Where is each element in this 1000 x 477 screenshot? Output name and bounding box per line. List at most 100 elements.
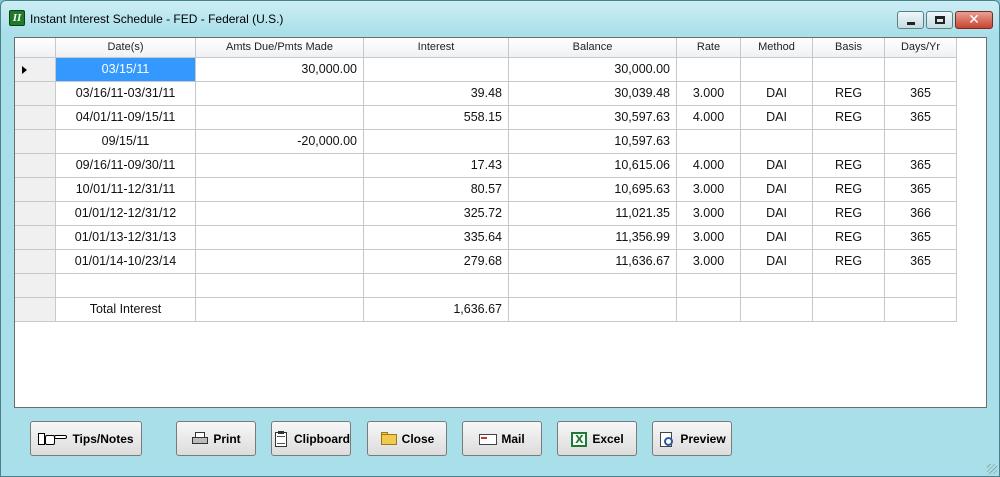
- column-header-days-per-year[interactable]: Days/Yr: [885, 38, 957, 58]
- cell-interest[interactable]: 279.68: [364, 250, 509, 274]
- cell-amount[interactable]: [196, 250, 364, 274]
- tips-notes-button[interactable]: Tips/Notes: [30, 421, 142, 456]
- cell-dates[interactable]: 09/16/11-09/30/11: [56, 154, 196, 178]
- cell-method[interactable]: DAI: [741, 202, 813, 226]
- table-row[interactable]: 03/16/11-03/31/11 39.48 30,039.48 3.000 DAI R…: [15, 82, 957, 106]
- cell-days-per-year[interactable]: 366: [885, 202, 957, 226]
- cell-amount[interactable]: [196, 298, 364, 322]
- table-row[interactable]: [15, 274, 957, 298]
- cell-rate[interactable]: [677, 130, 741, 154]
- cell-interest[interactable]: 558.15: [364, 106, 509, 130]
- cell-interest[interactable]: 335.64: [364, 226, 509, 250]
- cell-dates[interactable]: 03/16/11-03/31/11: [56, 82, 196, 106]
- clipboard-button[interactable]: Clipboard: [271, 421, 351, 456]
- row-selector[interactable]: [15, 178, 56, 202]
- cell-days-per-year[interactable]: [885, 130, 957, 154]
- column-header-interest[interactable]: Interest: [364, 38, 509, 58]
- cell-interest[interactable]: 17.43: [364, 154, 509, 178]
- row-selector[interactable]: [15, 298, 56, 322]
- cell-balance[interactable]: 30,597.63: [509, 106, 677, 130]
- schedule-grid[interactable]: Date(s) Amts Due/Pmts Made Interest Bala…: [14, 37, 987, 408]
- preview-button[interactable]: Preview: [652, 421, 732, 456]
- cell-rate[interactable]: 3.000: [677, 202, 741, 226]
- cell-amount[interactable]: [196, 274, 364, 298]
- cell-method[interactable]: [741, 298, 813, 322]
- cell-basis[interactable]: [813, 274, 885, 298]
- cell-rate[interactable]: 3.000: [677, 226, 741, 250]
- cell-rate[interactable]: [677, 274, 741, 298]
- cell-days-per-year[interactable]: 365: [885, 82, 957, 106]
- cell-amount[interactable]: [196, 82, 364, 106]
- cell-rate[interactable]: 3.000: [677, 178, 741, 202]
- cell-balance[interactable]: 30,000.00: [509, 58, 677, 82]
- cell-rate[interactable]: [677, 58, 741, 82]
- cell-basis[interactable]: REG: [813, 178, 885, 202]
- row-selector[interactable]: [15, 154, 56, 178]
- cell-interest[interactable]: 325.72: [364, 202, 509, 226]
- cell-amount[interactable]: [196, 106, 364, 130]
- cell-days-per-year[interactable]: 365: [885, 178, 957, 202]
- row-selector[interactable]: [15, 58, 56, 82]
- cell-method[interactable]: [741, 58, 813, 82]
- cell-dates[interactable]: 03/15/11: [56, 58, 196, 82]
- cell-days-per-year[interactable]: 365: [885, 226, 957, 250]
- cell-dates[interactable]: [56, 274, 196, 298]
- cell-balance[interactable]: 11,356.99: [509, 226, 677, 250]
- table-row[interactable]: 01/01/12-12/31/12 325.72 11,021.35 3.000 DAI…: [15, 202, 957, 226]
- cell-method[interactable]: [741, 130, 813, 154]
- mail-button[interactable]: Mail: [462, 421, 542, 456]
- table-row[interactable]: 10/01/11-12/31/11 80.57 10,695.63 3.000 DAI R…: [15, 178, 957, 202]
- cell-basis[interactable]: REG: [813, 226, 885, 250]
- cell-amount[interactable]: [196, 202, 364, 226]
- cell-method[interactable]: [741, 274, 813, 298]
- print-button[interactable]: Print: [176, 421, 256, 456]
- cell-basis[interactable]: REG: [813, 154, 885, 178]
- cell-interest[interactable]: [364, 130, 509, 154]
- cell-interest[interactable]: 39.48: [364, 82, 509, 106]
- maximize-button[interactable]: [926, 11, 953, 29]
- cell-days-per-year[interactable]: [885, 274, 957, 298]
- table-row[interactable]: 03/15/11 30,000.00 30,000.00: [15, 58, 957, 82]
- cell-basis[interactable]: REG: [813, 82, 885, 106]
- cell-days-per-year[interactable]: [885, 298, 957, 322]
- cell-balance[interactable]: [509, 274, 677, 298]
- cell-method[interactable]: DAI: [741, 154, 813, 178]
- row-selector[interactable]: [15, 82, 56, 106]
- cell-interest[interactable]: 1,636.67: [364, 298, 509, 322]
- resize-grip[interactable]: [987, 464, 997, 474]
- cell-days-per-year[interactable]: 365: [885, 106, 957, 130]
- cell-balance[interactable]: 11,636.67: [509, 250, 677, 274]
- cell-amount[interactable]: -20,000.00: [196, 130, 364, 154]
- cell-dates[interactable]: 01/01/12-12/31/12: [56, 202, 196, 226]
- cell-balance[interactable]: 30,039.48: [509, 82, 677, 106]
- column-header-balance[interactable]: Balance: [509, 38, 677, 58]
- cell-amount[interactable]: 30,000.00: [196, 58, 364, 82]
- cell-amount[interactable]: [196, 226, 364, 250]
- row-selector[interactable]: [15, 226, 56, 250]
- cell-method[interactable]: DAI: [741, 250, 813, 274]
- cell-method[interactable]: DAI: [741, 82, 813, 106]
- table-row[interactable]: Total Interest 1,636.67: [15, 298, 957, 322]
- cell-days-per-year[interactable]: 365: [885, 250, 957, 274]
- cell-basis[interactable]: [813, 130, 885, 154]
- cell-rate[interactable]: 3.000: [677, 82, 741, 106]
- cell-basis[interactable]: REG: [813, 106, 885, 130]
- column-header-method[interactable]: Method: [741, 38, 813, 58]
- column-header-rate[interactable]: Rate: [677, 38, 741, 58]
- cell-rate[interactable]: 4.000: [677, 106, 741, 130]
- cell-balance[interactable]: 11,021.35: [509, 202, 677, 226]
- close-window-button[interactable]: ✕: [955, 11, 993, 29]
- cell-interest[interactable]: 80.57: [364, 178, 509, 202]
- table-row[interactable]: 09/15/11 -20,000.00 10,597.63: [15, 130, 957, 154]
- row-selector[interactable]: [15, 250, 56, 274]
- cell-dates[interactable]: 10/01/11-12/31/11: [56, 178, 196, 202]
- title-bar[interactable]: II Instant Interest Schedule - FED - Fed…: [1, 1, 999, 35]
- table-row[interactable]: 09/16/11-09/30/11 17.43 10,615.06 4.000 DAI R…: [15, 154, 957, 178]
- cell-balance[interactable]: 10,695.63: [509, 178, 677, 202]
- table-row[interactable]: 04/01/11-09/15/11 558.15 30,597.63 4.000 DAI…: [15, 106, 957, 130]
- row-selector[interactable]: [15, 130, 56, 154]
- cell-amount[interactable]: [196, 154, 364, 178]
- cell-method[interactable]: DAI: [741, 178, 813, 202]
- row-selector[interactable]: [15, 106, 56, 130]
- cell-days-per-year[interactable]: [885, 58, 957, 82]
